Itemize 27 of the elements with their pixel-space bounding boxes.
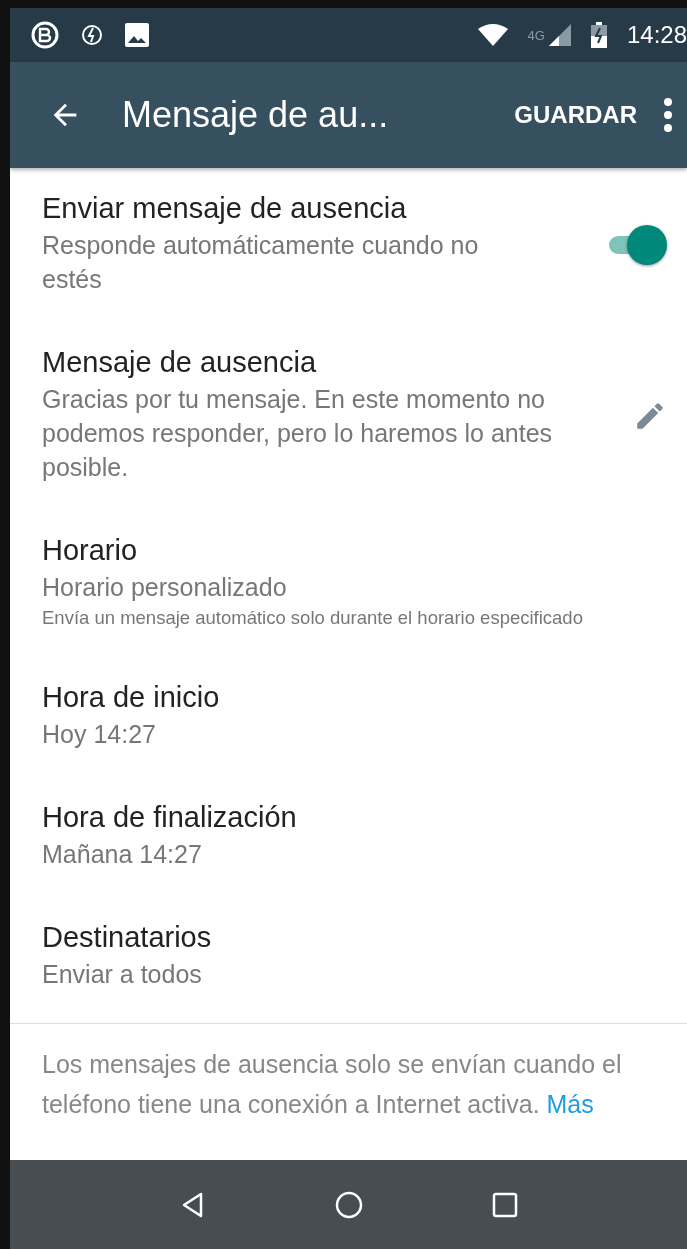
data-saver-icon (80, 23, 104, 47)
setting-value: Gracias por tu mensaje. En este momento no podemos responder, pero lo haremos lo antes posible. (42, 384, 554, 483)
business-chat-icon (30, 20, 60, 50)
image-icon (124, 22, 150, 48)
network-type-label: 4G (527, 27, 545, 43)
home-nav-icon[interactable] (334, 1190, 363, 1219)
screen-title: Mensaje de au... (122, 94, 390, 136)
footer-note: Los mensajes de ausencia solo se envían cuando el teléfono tiene una conexión a Internet activa. Más (41, 1049, 623, 1120)
save-button[interactable]: GUARDAR (508, 95, 643, 135)
setting-value: Responde automáticamente cuando no estés (42, 230, 480, 295)
wifi-icon (477, 23, 508, 47)
setting-value: Enviar a todos (42, 959, 203, 990)
signal-icon (548, 24, 571, 46)
status-time: 14:28 (626, 21, 687, 49)
setting-value: Horario personalizado (42, 572, 288, 603)
setting-title[interactable]: Mensaje de ausencia (42, 344, 613, 380)
setting-title[interactable]: Enviar mensaje de ausencia (42, 190, 545, 226)
setting-title[interactable]: Hora de finalización (42, 799, 667, 835)
battery-icon (590, 22, 607, 48)
more-options-icon[interactable] (663, 97, 673, 133)
setting-title[interactable]: Horario (42, 532, 667, 568)
setting-note: Envía un mensaje automático solo durante el horario especificado (42, 606, 584, 630)
setting-value: Mañana 14:27 (42, 839, 203, 870)
setting-title[interactable]: Hora de inicio (42, 679, 667, 715)
setting-value: Hoy 14:27 (42, 719, 157, 750)
setting-title[interactable]: Destinatarios (42, 919, 667, 955)
recents-nav-icon[interactable] (490, 1190, 519, 1219)
